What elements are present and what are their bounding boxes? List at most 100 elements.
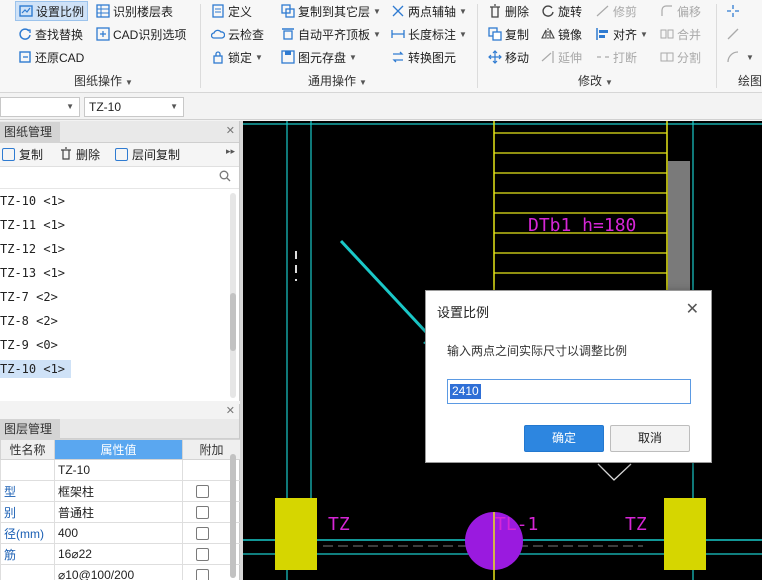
- crosshair-icon: [726, 4, 740, 18]
- table-row: 别 普通柱: [0, 501, 241, 523]
- merge-icon: [660, 27, 674, 41]
- rotate-icon: [541, 4, 555, 18]
- trash-icon: [488, 4, 502, 18]
- list-item[interactable]: TZ-7 <2>: [0, 285, 239, 309]
- tab-drawing-management[interactable]: 图纸管理: [0, 122, 61, 143]
- copy-floor-icon: [281, 4, 295, 18]
- floor-select[interactable]: ▼: [0, 97, 80, 117]
- list-item[interactable]: TZ-8 <2>: [0, 309, 239, 333]
- lock-icon: [211, 50, 225, 64]
- delete-drawing-button[interactable]: 删除: [60, 146, 100, 163]
- close-icon[interactable]: ✕: [226, 124, 235, 137]
- ok-button[interactable]: 确定: [524, 425, 604, 452]
- refresh-icon: [18, 27, 32, 41]
- header-name: 性名称: [0, 439, 55, 460]
- auto-align-top-button[interactable]: 自动平齐顶板 ▼: [281, 24, 381, 44]
- list-item-selected[interactable]: TZ-10 <1>: [0, 357, 239, 381]
- extend-button[interactable]: 延伸: [541, 47, 582, 67]
- trash-icon: [60, 146, 72, 163]
- copy-to-floor-button[interactable]: 复制到其它层 ▼: [281, 1, 381, 21]
- group-separator: [200, 4, 201, 88]
- list-item[interactable]: TZ-12 <1>: [0, 237, 239, 261]
- property-value[interactable]: TZ-10: [54, 459, 183, 481]
- tab-layer-management[interactable]: 图层管理: [0, 419, 61, 439]
- draw-point-button[interactable]: [726, 1, 743, 21]
- scrollbar-thumb[interactable]: [230, 454, 236, 578]
- align-button[interactable]: 对齐 ▼: [596, 24, 648, 44]
- stair-steps: [494, 132, 667, 274]
- close-icon[interactable]: ✕: [686, 299, 699, 319]
- dimension-input[interactable]: 2410: [447, 379, 691, 404]
- offset-button[interactable]: 偏移: [660, 1, 701, 21]
- property-value[interactable]: ⌀10@100/200: [54, 564, 183, 580]
- property-value[interactable]: 16⌀22: [54, 543, 183, 565]
- property-value[interactable]: 普通柱: [54, 501, 183, 523]
- chevron-down-icon: ▼: [66, 102, 74, 111]
- panel-tabbar: 图纸管理 ✕: [0, 121, 239, 143]
- trim-button[interactable]: 修剪: [596, 1, 637, 21]
- more-tools-icon[interactable]: ▸▸: [226, 146, 235, 157]
- move-button[interactable]: 移动: [488, 47, 529, 67]
- restore-cad-icon: [18, 50, 32, 64]
- delete-button[interactable]: 删除: [488, 1, 529, 21]
- line-icon: [726, 27, 740, 41]
- cloud-check-button[interactable]: 云检查: [210, 24, 264, 44]
- list-item[interactable]: TZ-11 <1>: [0, 213, 239, 237]
- group-label-drawing-ops: 图纸操作 ▼: [74, 74, 133, 88]
- attach-checkbox[interactable]: [196, 569, 209, 580]
- close-icon[interactable]: ✕: [226, 404, 235, 417]
- find-replace-button[interactable]: 查找替换: [18, 24, 83, 44]
- list-item[interactable]: TZ-13 <1>: [0, 261, 239, 285]
- drawing-list-scrollbar[interactable]: [230, 193, 236, 398]
- copy-drawing-button[interactable]: 复制: [2, 146, 43, 163]
- merge-button[interactable]: 合并: [660, 24, 701, 44]
- property-value[interactable]: 400: [54, 522, 183, 544]
- copy-button[interactable]: 复制: [488, 24, 529, 44]
- set-scale-button[interactable]: 设置比例: [15, 1, 89, 21]
- break-icon: [596, 50, 610, 64]
- length-label-button[interactable]: 长度标注 ▼: [391, 24, 467, 44]
- set-scale-dialog: 设置比例 ✕ 输入两点之间实际尺寸以调整比例 2410 确定 取消: [425, 290, 712, 463]
- ribbon: 设置比例 查找替换 还原CAD 识别楼层表 CAD识别选项 图纸操作 ▼ 定义 云…: [0, 0, 762, 93]
- break-button[interactable]: 打断: [596, 47, 637, 67]
- floor-copy-button[interactable]: 层间复制: [115, 146, 180, 163]
- define-button[interactable]: 定义: [211, 1, 252, 21]
- property-scrollbar[interactable]: [230, 454, 236, 578]
- dialog-title: 设置比例: [437, 305, 490, 320]
- scrollbar-thumb[interactable]: [230, 293, 236, 351]
- rotate-button[interactable]: 旋转: [541, 1, 582, 21]
- split-button[interactable]: 分割: [660, 47, 701, 67]
- mirror-button[interactable]: 镜像: [541, 24, 582, 44]
- draw-arc-button[interactable]: ▼: [726, 47, 754, 67]
- save-element-button[interactable]: 图元存盘 ▼: [281, 47, 357, 67]
- table-header: 性名称 属性值 附加: [0, 439, 241, 460]
- property-table: 性名称 属性值 附加 TZ-10 型 框架柱 别 普通柱 径(mm) 400 筋…: [0, 439, 241, 580]
- drawing-search[interactable]: [0, 167, 239, 189]
- restore-cad-button[interactable]: 还原CAD: [18, 47, 84, 67]
- attach-checkbox[interactable]: [196, 527, 209, 541]
- attach-checkbox[interactable]: [196, 548, 209, 562]
- panel-tabbar: ✕: [0, 404, 239, 419]
- attach-checkbox[interactable]: [196, 506, 209, 520]
- component-select[interactable]: TZ-10 ▼: [84, 97, 184, 117]
- table-row: 型 框架柱: [0, 480, 241, 502]
- attach-checkbox[interactable]: [196, 485, 209, 499]
- convert-element-button[interactable]: 转换图元: [391, 47, 456, 67]
- cancel-button[interactable]: 取消: [610, 425, 690, 452]
- list-item[interactable]: TZ-9 <0>: [0, 333, 239, 357]
- header-value: 属性值: [54, 439, 183, 460]
- lock-button[interactable]: 锁定 ▼: [211, 47, 263, 67]
- draw-line-button[interactable]: [726, 24, 743, 44]
- move-icon: [488, 50, 502, 64]
- list-item[interactable]: TZ-10 <1>: [0, 189, 239, 213]
- cloud-icon: [210, 27, 226, 41]
- group-label-general-ops: 通用操作 ▼: [308, 74, 367, 88]
- save-icon: [281, 50, 295, 64]
- identify-floors-button[interactable]: 识别楼层表: [96, 1, 173, 21]
- property-value[interactable]: 框架柱: [54, 480, 183, 502]
- scale-icon: [19, 4, 33, 18]
- cad-options-button[interactable]: CAD识别选项: [96, 24, 186, 44]
- two-point-axis-button[interactable]: 两点辅轴 ▼: [391, 1, 467, 21]
- stair-label: DTb1 h=180: [528, 215, 636, 236]
- tz-label-left: TZ: [328, 514, 350, 535]
